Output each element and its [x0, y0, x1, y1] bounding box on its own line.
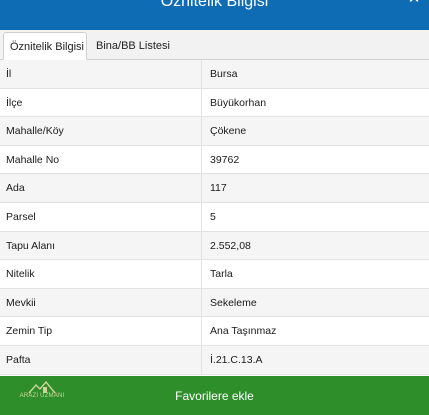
table-row: Nitelik Tarla — [0, 260, 429, 289]
dialog-title: Öznitelik Bilgisi — [160, 0, 269, 10]
attribute-key: Zemin Tip — [0, 317, 202, 345]
attribute-value: Büyükorhan — [210, 96, 267, 109]
dialog-titlebar: Öznitelik Bilgisi ✕ — [0, 0, 429, 30]
attribute-key: Mevkii — [0, 288, 202, 317]
attribute-dialog: Öznitelik Bilgisi ✕ Öznitelik Bilgisi Bi… — [0, 0, 429, 415]
table-row: İl Bursa — [0, 60, 429, 89]
attribute-key: Mahalle/Köy — [0, 117, 202, 145]
tab-bina-bb-listesi[interactable]: Bina/BB Listesi — [90, 32, 178, 60]
attribute-key: Mahalle No — [0, 145, 202, 174]
tab-oznitelik-bilgisi[interactable]: Öznitelik Bilgisi — [3, 32, 87, 60]
tab-bar: Öznitelik Bilgisi Bina/BB Listesi — [0, 30, 429, 60]
attribute-key: Ada — [0, 174, 202, 202]
attribute-key: Nitelik — [0, 260, 202, 288]
table-row: Parsel 5 — [0, 202, 429, 232]
attribute-key: İlçe — [0, 88, 202, 117]
attribute-value: Çökene — [210, 125, 247, 138]
attribute-value: Sekeleme — [210, 296, 257, 309]
table-row: Pafta İ.21.C.13.A — [0, 345, 429, 375]
attribute-value: Tarla — [210, 268, 233, 281]
attribute-value: 5 — [210, 210, 216, 223]
attribute-key: Pafta — [0, 345, 202, 374]
close-icon[interactable]: ✕ — [407, 0, 421, 6]
attribute-value: 117 — [210, 182, 227, 195]
table-row: Mahalle/Köy Çökene — [0, 117, 429, 146]
attribute-value: Ana Taşınmaz — [210, 325, 277, 338]
table-row: Mahalle No 39762 — [0, 145, 429, 175]
attribute-key: İl — [0, 60, 202, 88]
attribute-value: 39762 — [210, 153, 240, 166]
attribute-key: Parsel — [0, 202, 202, 231]
attribute-value: İ.21.C.13.A — [210, 353, 263, 366]
table-row: Mevkii Sekeleme — [0, 288, 429, 318]
add-to-favorites-button[interactable]: ARAZİ UZMANI Favorilere ekle — [0, 376, 429, 415]
table-row: Ada 117 — [0, 174, 429, 203]
table-row: İlçe Büyükorhan — [0, 88, 429, 118]
add-to-favorites-label: Favorilere ekle — [175, 389, 254, 403]
attribute-table: İl Bursa İlçe Büyükorhan Mahalle/Köy Çök… — [0, 60, 429, 375]
attribute-value: Bursa — [210, 68, 238, 80]
attribute-key: Tapu Alanı — [0, 231, 202, 260]
table-row: Zemin Tip Ana Taşınmaz — [0, 317, 429, 346]
attribute-value: 2.552,08 — [210, 239, 251, 252]
table-row: Tapu Alanı 2.552,08 — [0, 231, 429, 261]
